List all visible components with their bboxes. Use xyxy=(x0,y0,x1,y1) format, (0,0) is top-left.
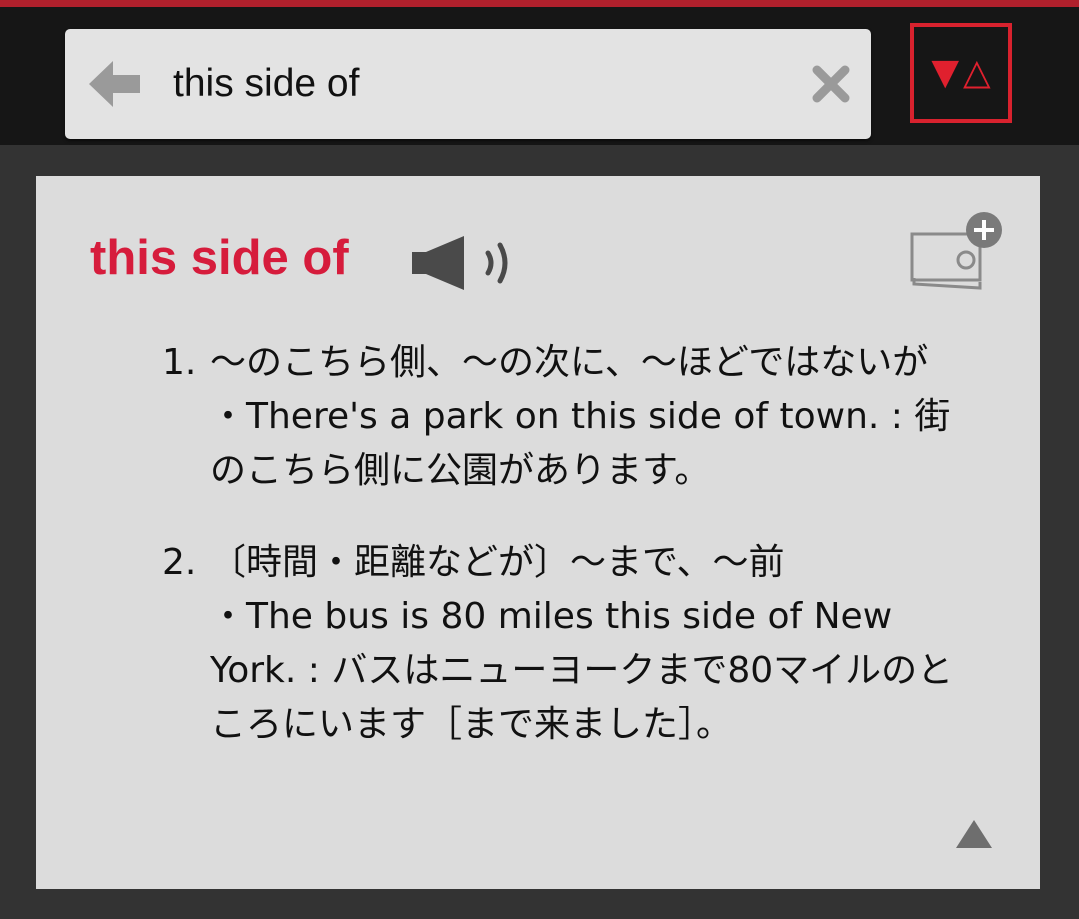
top-toolbar: ▼ △ xyxy=(0,7,1079,145)
entry-headword: this side of xyxy=(90,231,349,285)
close-icon xyxy=(812,65,850,103)
arrow-left-icon xyxy=(89,61,140,107)
search-input[interactable] xyxy=(173,53,793,115)
scroll-to-top-button[interactable] xyxy=(952,812,996,856)
search-box xyxy=(65,29,871,139)
add-flashcard-icon xyxy=(910,212,1002,290)
triangle-down-icon: ▼ xyxy=(931,52,959,93)
definition-item: 1. 〜のこちら側、〜の次に、〜ほどではないが ・There's a park … xyxy=(162,336,982,498)
definition-number: 2. xyxy=(162,542,197,583)
back-button[interactable] xyxy=(85,55,145,113)
entry-card: this side of 1. 〜のこちら側、〜の次に、〜ほどではないが ・Th… xyxy=(36,176,1040,889)
pronunciation-speaker-button[interactable] xyxy=(408,234,518,292)
speaker-icon xyxy=(412,236,508,290)
top-accent-line xyxy=(0,0,1079,7)
expand-collapse-toggle-button[interactable]: ▼ △ xyxy=(910,23,1012,123)
definition-meaning: 〔時間・距離などが〕〜まで、〜前 xyxy=(210,542,785,583)
definition-item: 2. 〔時間・距離などが〕〜まで、〜前 ・The bus is 80 miles… xyxy=(162,536,982,752)
definition-number: 1. xyxy=(162,342,197,383)
definition-example: ・There's a park on this side of town. : … xyxy=(210,396,951,491)
definition-list: 1. 〜のこちら側、〜の次に、〜ほどではないが ・There's a park … xyxy=(162,336,982,790)
definition-meaning: 〜のこちら側、〜の次に、〜ほどではないが xyxy=(210,342,929,383)
triangle-up-outline-icon: △ xyxy=(963,52,991,93)
triangle-up-icon xyxy=(956,820,992,848)
clear-search-button[interactable] xyxy=(809,62,853,106)
definition-example: ・The bus is 80 miles this side of New Yo… xyxy=(210,596,954,745)
add-to-flashcards-button[interactable] xyxy=(908,212,1008,294)
